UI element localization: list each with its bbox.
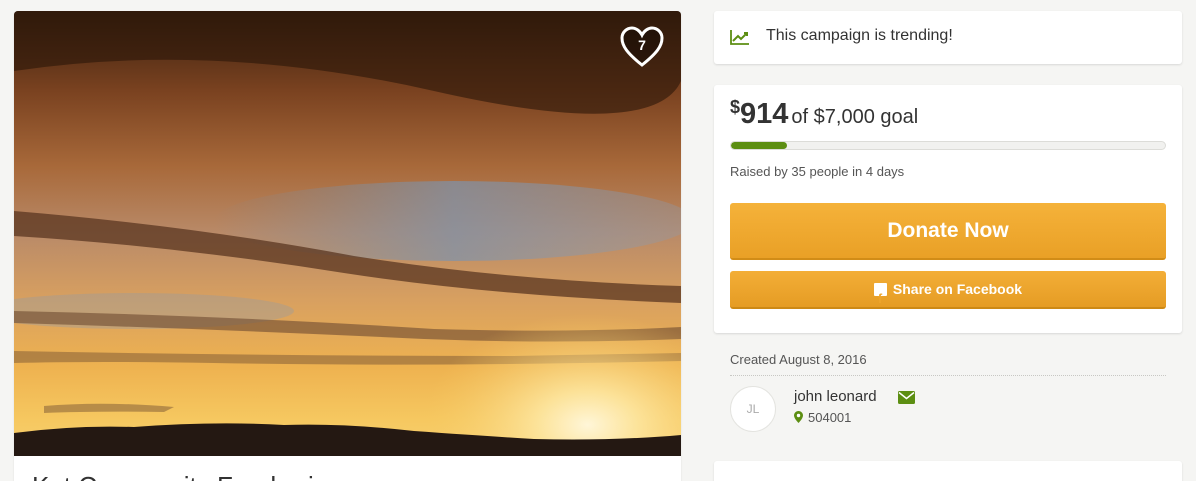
campaign-card: 7 Kat Community Fund-rai...: [14, 11, 681, 481]
envelope-icon[interactable]: [898, 391, 915, 404]
raised-by-text: Raised by 35 people in 4 days: [730, 164, 905, 179]
facebook-icon: [873, 281, 887, 317]
trending-text: This campaign is trending!: [766, 27, 953, 44]
location-text: 504001: [808, 410, 852, 425]
favorite-button[interactable]: 7: [619, 25, 665, 69]
progress-bar: [730, 141, 1166, 150]
created-date: Created August 8, 2016: [730, 352, 867, 367]
currency-symbol: $: [730, 97, 741, 117]
goal-text: of $7,000 goal: [791, 106, 919, 128]
favorites-count: 7: [638, 37, 646, 53]
organizer-location: 504001: [794, 410, 851, 425]
organizer-name-link[interactable]: john leonard: [794, 388, 877, 405]
share-facebook-label: Share on Facebook: [892, 281, 1023, 297]
amount-summary: $914 of $7,000 goal: [730, 97, 918, 131]
trending-banner: This campaign is trending!: [714, 11, 1182, 64]
trend-line-icon: [730, 30, 749, 45]
donate-now-button[interactable]: Donate Now: [730, 203, 1166, 260]
raised-amount: 914: [740, 98, 789, 130]
share-facebook-button[interactable]: Share on Facebook: [730, 271, 1166, 317]
avatar[interactable]: JL: [730, 386, 776, 432]
recent-donations-card: [714, 461, 1182, 481]
progress-fill: [731, 142, 788, 149]
divider: [730, 375, 1166, 376]
campaign-title: Kat Community Fund-rai...: [32, 471, 335, 481]
map-pin-icon: [794, 411, 803, 423]
donation-card: $914 of $7,000 goal Raised by 35 people i…: [714, 85, 1182, 333]
campaign-photo: [14, 11, 681, 456]
